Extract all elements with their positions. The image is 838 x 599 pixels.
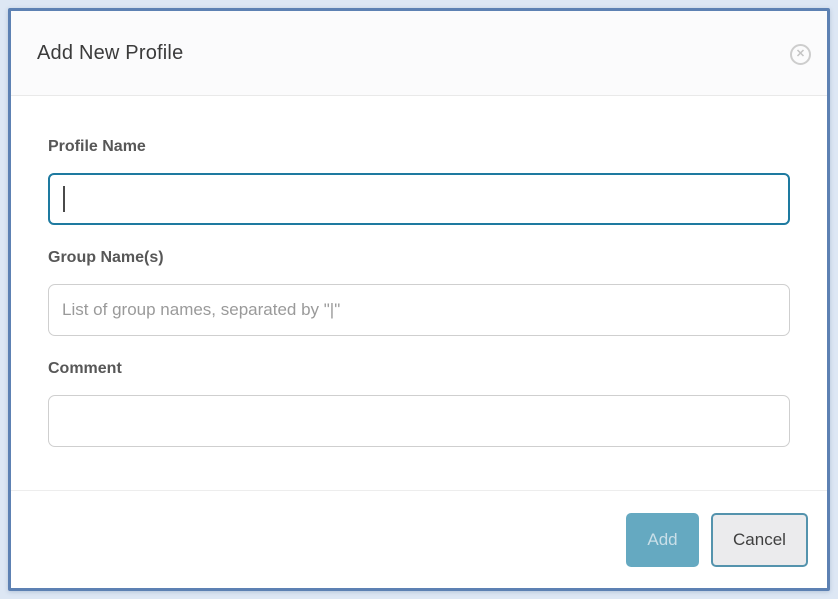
comment-label: Comment (48, 358, 790, 380)
dialog-footer: Add Cancel (11, 490, 827, 588)
profile-name-field: Profile Name (48, 136, 790, 225)
dialog-title: Add New Profile (37, 42, 183, 65)
comment-field: Comment (48, 358, 790, 447)
add-button[interactable]: Add (626, 513, 699, 567)
close-icon[interactable]: ✕ (790, 44, 811, 65)
group-names-label: Group Name(s) (48, 247, 790, 269)
group-names-field: Group Name(s) (48, 247, 790, 336)
dialog-header: Add New Profile ✕ (11, 11, 827, 96)
group-names-input[interactable] (48, 284, 790, 336)
modal-overlay: Add New Profile ✕ Profile Name Group Nam… (0, 0, 838, 599)
cancel-button[interactable]: Cancel (711, 513, 808, 567)
dialog-body: Profile Name Group Name(s) Comment (11, 96, 827, 490)
profile-name-input[interactable] (48, 173, 790, 225)
text-caret (63, 186, 65, 212)
profile-name-label: Profile Name (48, 136, 790, 158)
comment-input[interactable] (48, 395, 790, 447)
add-new-profile-dialog: Add New Profile ✕ Profile Name Group Nam… (8, 8, 830, 591)
